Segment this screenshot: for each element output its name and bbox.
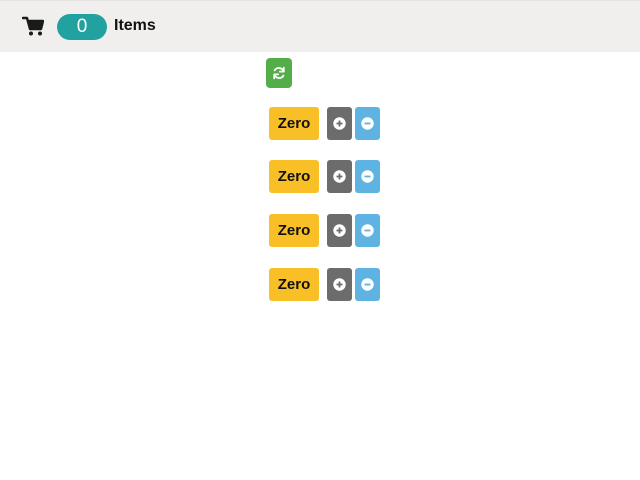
minus-circle-icon: [361, 117, 374, 130]
counter-row-4: Zero: [269, 268, 380, 301]
counter-row-3: Zero: [269, 214, 380, 247]
counter-row-1: Zero: [269, 107, 380, 140]
plus-circle-icon: [333, 117, 346, 130]
refresh-icon: [273, 66, 285, 80]
increment-button[interactable]: [327, 160, 352, 193]
counter-row-2: Zero: [269, 160, 380, 193]
refresh-button[interactable]: [266, 58, 292, 88]
counter-value-badge: Zero: [269, 160, 319, 193]
shopping-cart-icon: [21, 15, 45, 37]
minus-circle-icon: [361, 278, 374, 291]
navbar: 0 Items: [0, 0, 640, 52]
decrement-button[interactable]: [355, 107, 380, 140]
items-label: Items: [114, 17, 156, 34]
decrement-button[interactable]: [355, 214, 380, 247]
total-items-count: 0: [57, 14, 107, 40]
counter-value-badge: Zero: [269, 214, 319, 247]
plus-circle-icon: [333, 170, 346, 183]
increment-button[interactable]: [327, 107, 352, 140]
counter-value-badge: Zero: [269, 107, 319, 140]
increment-button[interactable]: [327, 214, 352, 247]
decrement-button[interactable]: [355, 268, 380, 301]
counter-value-badge: Zero: [269, 268, 319, 301]
increment-button[interactable]: [327, 268, 352, 301]
minus-circle-icon: [361, 170, 374, 183]
decrement-button[interactable]: [355, 160, 380, 193]
plus-circle-icon: [333, 224, 346, 237]
plus-circle-icon: [333, 278, 346, 291]
minus-circle-icon: [361, 224, 374, 237]
